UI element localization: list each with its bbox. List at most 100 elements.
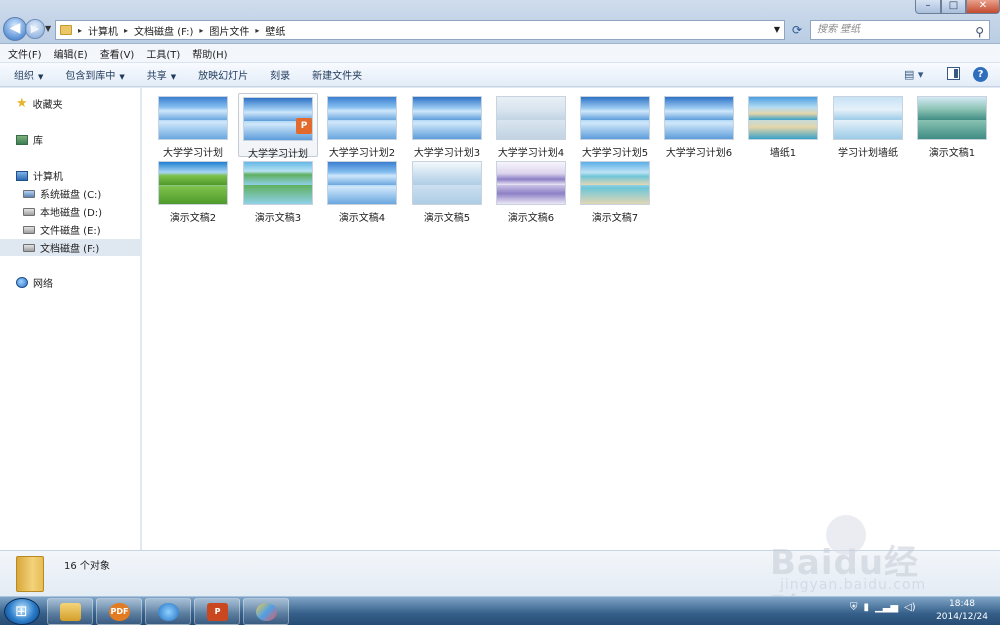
thumbnail: [158, 161, 228, 205]
file-name: 大学学习计划6: [665, 148, 733, 159]
address-dropdown-icon[interactable]: ▼: [774, 25, 780, 34]
nav-drive-f-label: 文档磁盘 (F:): [40, 244, 100, 255]
file-item[interactable]: 演示文稿5: [407, 158, 487, 224]
file-item[interactable]: P 大学学习计划: [238, 93, 318, 160]
file-item[interactable]: 学习计划墙纸: [828, 93, 908, 159]
view-options-icon[interactable]: ▤ ▾: [904, 68, 923, 81]
share-button[interactable]: 共享 ▼: [147, 67, 176, 82]
explorer-icon: [60, 603, 81, 621]
menu-file[interactable]: 文件(F): [8, 46, 42, 61]
organize-button[interactable]: 组织 ▼: [14, 67, 43, 82]
burn-button[interactable]: 刻录: [270, 67, 290, 82]
taskbar-powerpoint[interactable]: P: [194, 598, 240, 625]
include-in-library-button[interactable]: 包含到库中 ▼: [65, 67, 124, 82]
nav-favorites-label: 收藏夹: [32, 100, 63, 111]
file-name: 大学学习计划5: [581, 148, 649, 159]
refresh-icon[interactable]: ⟳: [788, 20, 806, 40]
search-input[interactable]: 搜索 壁纸 ⚲: [810, 20, 990, 40]
file-name: 演示文稿5: [423, 213, 471, 224]
folder-icon: [60, 25, 72, 35]
address-bar[interactable]: ▸ 计算机 ▸ 文档磁盘 (F:) ▸ 图片文件 ▸ 壁纸 ▼: [55, 20, 785, 40]
command-bar: 组织 ▼ 包含到库中 ▼ 共享 ▼ 放映幻灯片 刻录 新建文件夹 ▤ ▾ ?: [0, 63, 1000, 87]
taskbar-browser[interactable]: [145, 598, 191, 625]
file-item[interactable]: 演示文稿3: [238, 158, 318, 224]
nav-network-label: 网络: [33, 279, 53, 290]
forward-button[interactable]: ▶: [25, 19, 45, 39]
file-item[interactable]: 大学学习计划3: [407, 93, 487, 159]
network-icon: [16, 277, 28, 288]
maximize-button[interactable]: □: [941, 0, 966, 14]
file-name: 大学学习计划2: [328, 148, 396, 159]
system-drive-icon: [23, 189, 35, 198]
taskbar: PDF P ⛨ ▮ ▁▃▅ ◁) 18:48 2014/12/24: [0, 596, 1000, 625]
recent-pages-dropdown-icon[interactable]: ▼: [45, 24, 51, 33]
nav-drive-f[interactable]: 文档磁盘 (F:): [0, 239, 141, 256]
nav-library[interactable]: 库: [0, 131, 141, 148]
taskbar-pdf-reader[interactable]: PDF: [96, 598, 142, 625]
preview-pane-icon[interactable]: [947, 67, 960, 80]
nav-library-label: 库: [33, 136, 43, 147]
breadcrumb-separator-icon[interactable]: ▸: [78, 26, 82, 35]
file-name: 墙纸1: [769, 148, 797, 159]
file-item[interactable]: 演示文稿1: [912, 93, 992, 159]
file-item[interactable]: 大学学习计划: [153, 93, 233, 159]
help-icon[interactable]: ?: [973, 67, 988, 82]
search-icon[interactable]: ⚲: [975, 23, 984, 41]
battery-icon[interactable]: ▮: [864, 602, 870, 613]
file-name: 演示文稿4: [338, 213, 386, 224]
file-item[interactable]: 大学学习计划6: [659, 93, 739, 159]
nav-drive-e-label: 文件磁盘 (E:): [40, 226, 101, 237]
menu-view[interactable]: 查看(V): [100, 46, 135, 61]
organize-label: 组织: [14, 71, 34, 82]
signal-icon[interactable]: ▁▃▅: [875, 602, 898, 613]
clock-time: 18:48: [949, 599, 975, 609]
breadcrumb-drive-f[interactable]: 文档磁盘 (F:): [134, 23, 193, 38]
clock[interactable]: 18:48 2014/12/24: [930, 598, 994, 624]
include-in-library-label: 包含到库中: [65, 71, 116, 82]
back-button[interactable]: ◀: [3, 17, 27, 41]
nav-network[interactable]: 网络: [0, 274, 141, 291]
file-item[interactable]: 演示文稿2: [153, 158, 233, 224]
file-name: 演示文稿1: [928, 148, 976, 159]
breadcrumb-picture-files[interactable]: 图片文件: [209, 23, 249, 38]
breadcrumb-separator-icon[interactable]: ▸: [124, 26, 128, 35]
file-item[interactable]: 演示文稿7: [575, 158, 655, 224]
menu-help[interactable]: 帮助(H): [192, 46, 227, 61]
star-icon: ★: [16, 96, 28, 111]
taskbar-paint[interactable]: [243, 598, 289, 625]
file-item[interactable]: 大学学习计划5: [575, 93, 655, 159]
thumbnail: [496, 161, 566, 205]
thumbnail: [327, 96, 397, 140]
menu-tools[interactable]: 工具(T): [146, 46, 180, 61]
menu-bar: 文件(F) 编辑(E) 查看(V) 工具(T) 帮助(H): [0, 44, 1000, 63]
nav-drive-c[interactable]: 系统磁盘 (C:): [0, 185, 141, 202]
file-item[interactable]: 演示文稿4: [322, 158, 402, 224]
share-label: 共享: [146, 71, 167, 82]
search-placeholder: 搜索 壁纸: [817, 24, 861, 35]
menu-edit[interactable]: 编辑(E): [54, 46, 88, 61]
nav-computer[interactable]: 计算机: [0, 167, 141, 184]
start-button[interactable]: [4, 598, 40, 625]
thumbnail: [243, 161, 313, 205]
browser-icon: [158, 603, 179, 621]
minimize-button[interactable]: –: [915, 0, 941, 14]
breadcrumb-wallpaper[interactable]: 壁纸: [265, 23, 285, 38]
breadcrumb-separator-icon[interactable]: ▸: [199, 26, 203, 35]
breadcrumb-computer[interactable]: 计算机: [88, 23, 118, 38]
volume-icon[interactable]: ◁): [904, 602, 916, 613]
slideshow-button[interactable]: 放映幻灯片: [198, 67, 248, 82]
thumbnail: [833, 96, 903, 140]
nav-drive-d[interactable]: 本地磁盘 (D:): [0, 203, 141, 220]
nav-favorites[interactable]: ★ 收藏夹: [0, 95, 141, 112]
thumbnail: [412, 96, 482, 140]
file-item[interactable]: 大学学习计划2: [322, 93, 402, 159]
file-item[interactable]: 墙纸1: [743, 93, 823, 159]
close-button[interactable]: ✕: [966, 0, 1000, 14]
nav-drive-e[interactable]: 文件磁盘 (E:): [0, 221, 141, 238]
breadcrumb-separator-icon[interactable]: ▸: [255, 26, 259, 35]
file-item[interactable]: 大学学习计划4: [491, 93, 571, 159]
new-folder-button[interactable]: 新建文件夹: [312, 67, 362, 82]
file-item[interactable]: 演示文稿6: [491, 158, 571, 224]
taskbar-explorer[interactable]: [47, 598, 93, 625]
security-shield-icon[interactable]: ⛨: [850, 602, 858, 613]
